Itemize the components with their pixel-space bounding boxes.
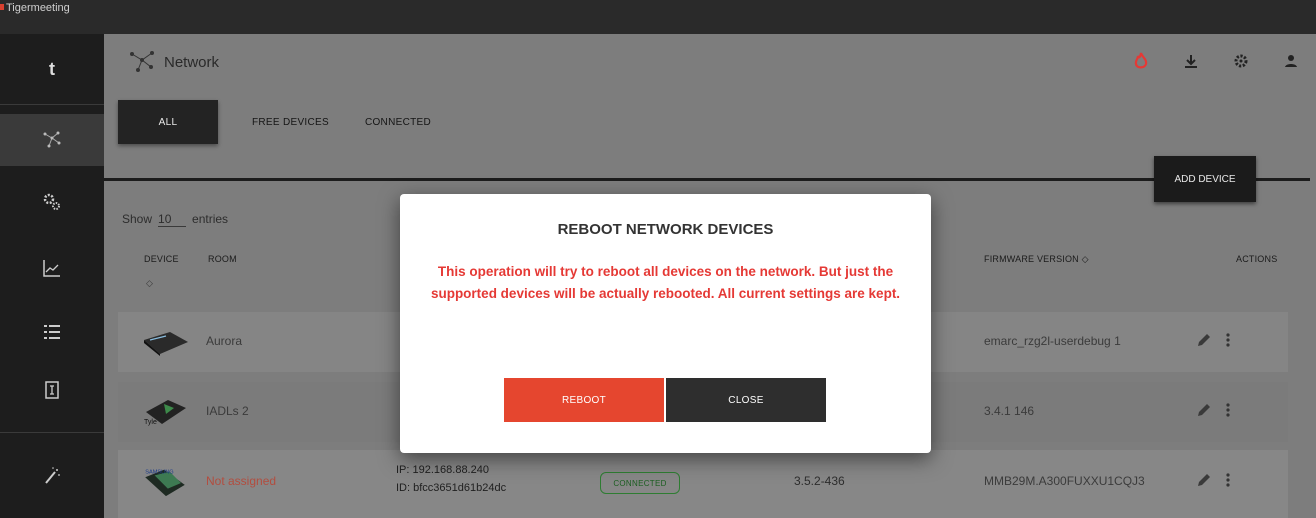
page-title: Network [164, 53, 220, 71]
wand-icon [45, 467, 60, 484]
device-room: IADLs 2 [206, 404, 249, 418]
sidebar-item-settings[interactable] [0, 176, 104, 228]
row-actions [1196, 332, 1230, 348]
sort-icon[interactable]: ◇ [146, 278, 153, 289]
sidebar-item-magic[interactable] [0, 450, 104, 502]
download-icon[interactable] [1180, 50, 1202, 72]
dialog-title: REBOOT NETWORK DEVICES [557, 221, 774, 238]
card-top-border [104, 178, 1310, 181]
sidebar-item-stats[interactable] [0, 242, 104, 294]
close-button[interactable]: CLOSE [666, 378, 826, 422]
gear-icon[interactable] [1230, 50, 1252, 72]
edit-icon[interactable] [1196, 332, 1212, 348]
sidebar-logo[interactable]: t [0, 34, 104, 104]
entries-selector: Show 10 entries [122, 212, 228, 227]
more-icon[interactable] [1226, 402, 1230, 418]
app-title: Tigermeeting [6, 2, 70, 14]
sidebar-item-list[interactable] [0, 306, 104, 358]
device-ip: IP: 192.168.88.240 [396, 464, 489, 476]
tab-free-devices[interactable]: FREE DEVICES [234, 100, 347, 144]
entries-select[interactable]: 10 [158, 212, 187, 227]
add-device-button[interactable]: ADD DEVICE [1154, 156, 1256, 202]
status-badge: CONNECTED [600, 472, 680, 494]
more-icon[interactable] [1226, 472, 1230, 488]
sidebar-item-network[interactable] [0, 114, 104, 166]
column-header-firmware[interactable]: FIRMWARE VERSION ◇ [984, 254, 1089, 265]
show-label: Show [122, 212, 153, 226]
edit-icon[interactable] [1196, 402, 1212, 418]
device-image [144, 332, 188, 356]
document-icon [45, 381, 59, 399]
app-logo-icon [0, 4, 4, 10]
edit-icon[interactable] [1196, 472, 1212, 488]
column-header-actions: ACTIONS [1236, 254, 1278, 264]
device-id: ID: bfcc3651d61b24dc [396, 482, 507, 494]
row-actions [1196, 472, 1230, 488]
list-icon [44, 325, 60, 339]
user-icon[interactable] [1280, 50, 1302, 72]
sidebar-divider [0, 104, 104, 105]
more-icon[interactable] [1226, 332, 1230, 348]
tab-bar: ALL FREE DEVICES CONNECTED [118, 100, 449, 144]
dialog-message: This operation will try to reboot all de… [430, 264, 901, 301]
network-icon [43, 131, 61, 148]
tab-all[interactable]: ALL [118, 100, 218, 144]
gears-icon [43, 193, 60, 210]
device-room: Not assigned [206, 474, 277, 488]
svg-text:SAMSUNG: SAMSUNG [145, 470, 173, 476]
svg-text:Tyle: Tyle [144, 419, 157, 426]
top-toolbar [1130, 50, 1302, 72]
device-image: SAMSUNG [145, 470, 185, 497]
device-version: 3.5.2-436 [794, 474, 845, 488]
device-firmware: 3.4.1 146 [984, 404, 1035, 418]
sidebar: t [0, 34, 104, 518]
device-room: Aurora [206, 334, 243, 348]
chart-icon [43, 260, 60, 277]
device-firmware: emarc_rzg2l-userdebug 1 [984, 334, 1121, 348]
reboot-dialog: REBOOT NETWORK DEVICES This operation wi… [400, 194, 931, 453]
reboot-button[interactable]: REBOOT [504, 378, 664, 422]
device-image: Tyle [144, 400, 186, 426]
sidebar-item-document[interactable] [0, 364, 104, 416]
column-header-device[interactable]: DEVICE [144, 254, 179, 264]
fire-icon[interactable] [1130, 50, 1152, 72]
column-header-room[interactable]: ROOM [208, 254, 237, 264]
sidebar-divider [0, 432, 104, 433]
title-bar: Tigermeeting [0, 0, 1316, 34]
tab-connected[interactable]: CONNECTED [347, 100, 449, 144]
table-row[interactable]: SAMSUNG Not assigned IP: 192.168.88.240 … [118, 450, 1288, 518]
network-icon [130, 51, 154, 72]
row-actions [1196, 402, 1230, 418]
page-header: Network [126, 48, 219, 76]
device-firmware: MMB29M.A300FUXXU1CQJ3 [984, 474, 1145, 488]
entries-label: entries [192, 212, 229, 226]
